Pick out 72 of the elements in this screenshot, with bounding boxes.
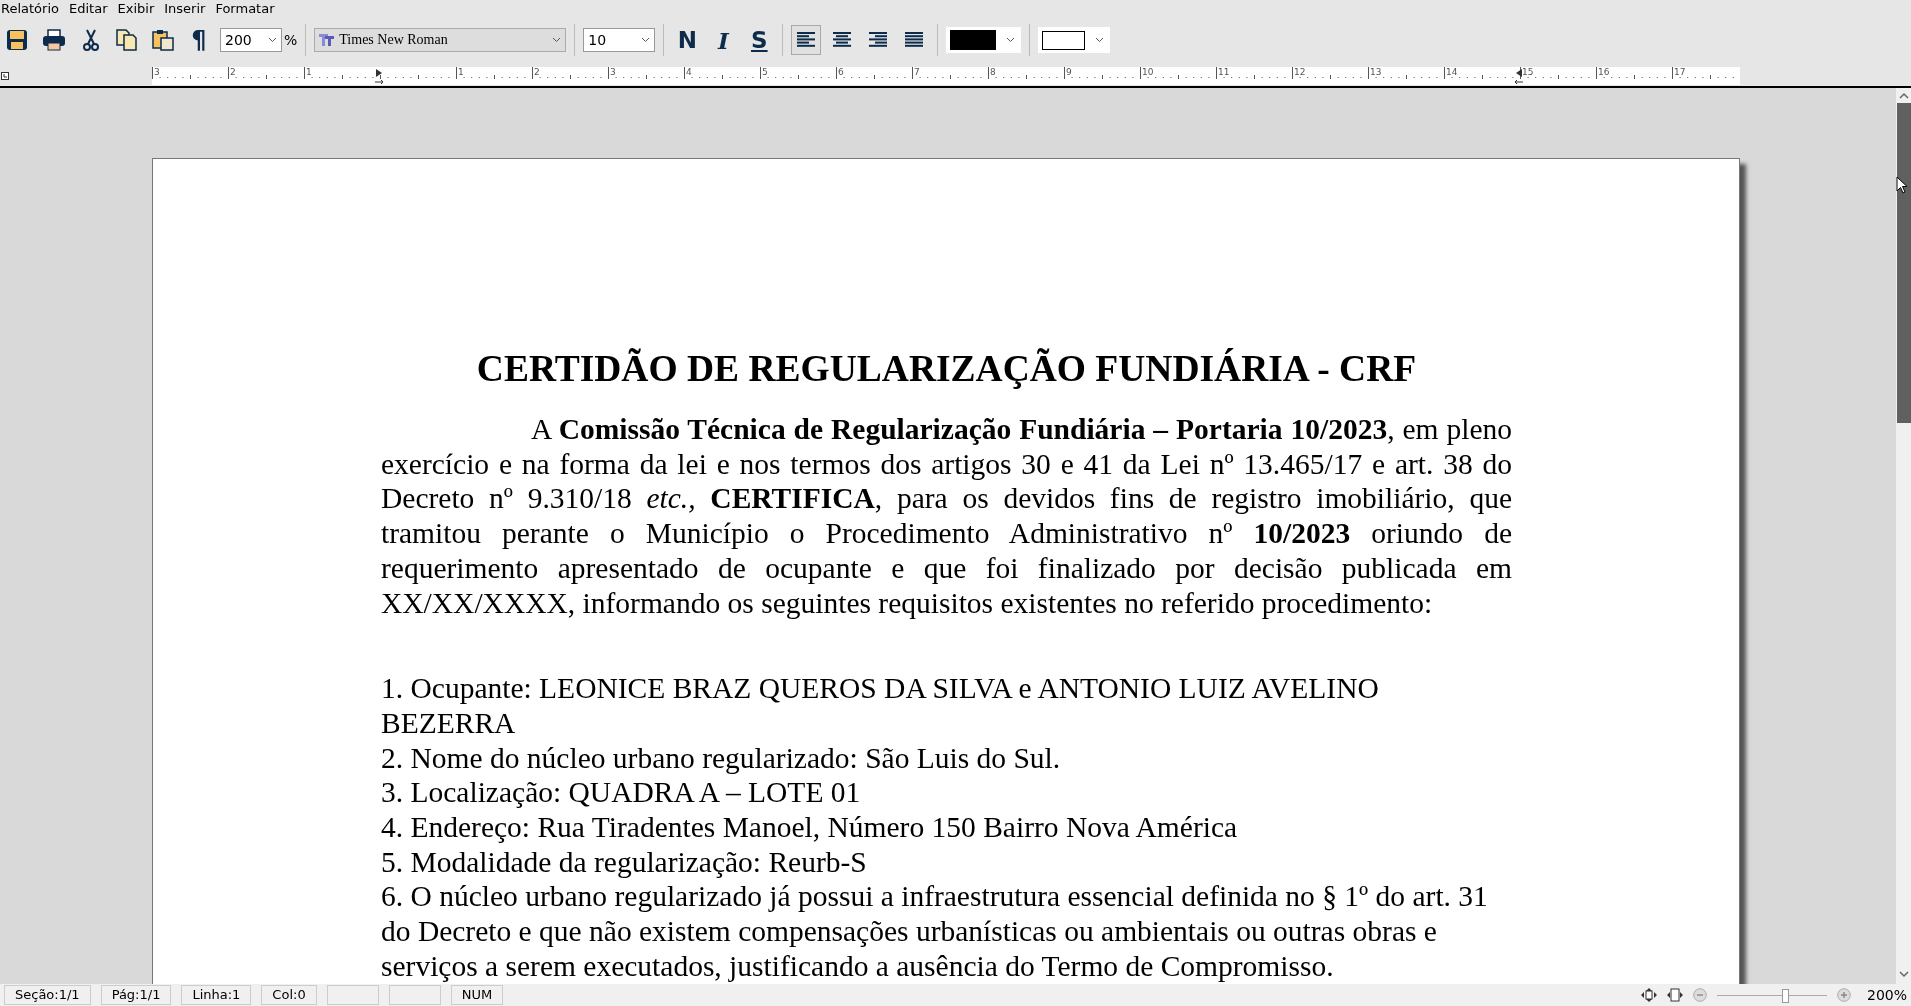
ruler-number: 3 (608, 67, 616, 78)
fit-width-icon[interactable] (1666, 988, 1683, 1002)
ruler[interactable]: 3 2 1 1 2 3 4 5 6 7 8 9 10 11 12 13 14 15 16 17 (152, 67, 1740, 85)
status-field: Pág:1/1 (100, 985, 172, 1005)
scroll-down-icon[interactable] (1898, 971, 1909, 978)
status-panel (388, 985, 441, 1005)
scroll-up-icon[interactable] (1898, 92, 1909, 99)
formatting-marks-button[interactable]: ¶ (184, 25, 214, 55)
chevron-icon (641, 37, 651, 43)
ruler-number: 1 (456, 67, 464, 78)
highlight-color-picker[interactable] (1038, 27, 1111, 53)
tab-stop-icon[interactable] (1, 72, 9, 80)
align-justify-icon (905, 32, 924, 48)
ruler-number: 4 (684, 67, 692, 78)
status-field: Linha:1 (181, 985, 252, 1005)
align-left-button[interactable] (791, 25, 822, 55)
status-field: Seção:1/1 (4, 985, 91, 1005)
chevron-icon (268, 37, 277, 43)
menu-item[interactable]: Relatório (1, 0, 59, 16)
document-title: CERTIDÃO DE REGULARIZAÇÃO FUNDIÁRIA - CRF (475, 347, 1418, 390)
list-item: 6. O núcleo urbano regularizado já possui a infraestrutura essencial definida no § 1º do art. 31 do Decreto e que não existem compensações urbanísticas ou ambientais ou outras obras e serviços a serem executados, justificando a ausência do Termo de Compromisso. (381, 879, 1489, 984)
ruler-number: 2 (228, 67, 236, 78)
align-left-icon (797, 32, 816, 48)
mouse-cursor-icon (1896, 176, 1908, 194)
chevron-icon (552, 37, 562, 43)
paragraph: A Comissão Técnica de Regularização Fundiária – Portaria 10/2023, em pleno exercício e na forma da lei e nos termos dos artigos 30 e 41 da Lei nº 13.465/17 e art. 38 do Decreto nº 9.310/18 etc., CERTIFICA, para os devidos fins de registro imobiliário, que tramitou perante o Município o Procedimento Administrativo nº 10/2023 oriundo de requerimento apresentado de ocupante e que foi finalizado por decisão publicada em XX/XX/XXXX, informando os seguintes requisitos existentes no referido procedimento: (381, 412, 1512, 621)
underline-button[interactable]: S (744, 25, 775, 55)
ruler-number: 5 (760, 67, 768, 78)
list-item: 1. Ocupante: LEONICE BRAZ QUEROS DA SILVA e ANTONIO LUIZ AVELINO BEZERRA (381, 671, 1380, 741)
ruler-number: 1 (304, 67, 312, 78)
list-item: 3. Localização: QUADRA A – LOTE 01 (381, 775, 862, 811)
status-panel (326, 985, 379, 1005)
zoom-dropdown[interactable]: 200 (220, 28, 282, 52)
scrollbar-thumb[interactable] (1896, 103, 1911, 423)
align-right-icon (869, 32, 888, 48)
ruler-number: 9 (1064, 67, 1072, 78)
ruler-number: 13 (1368, 67, 1382, 78)
indent-marker-icon[interactable] (375, 67, 385, 85)
zoom-percentage: 200% (1866, 987, 1907, 1003)
ruler-number: 14 (1444, 67, 1458, 78)
text-color-picker[interactable] (946, 27, 1022, 53)
ruler-number: 7 (912, 67, 920, 78)
ruler-number: 3 (152, 67, 160, 78)
ruler-number: 17 (1672, 67, 1686, 78)
zoom-slider[interactable] (1716, 987, 1827, 1003)
percent-label: % (284, 32, 298, 48)
menu-item[interactable]: Formatar (215, 0, 275, 16)
ruler-number: 16 (1596, 67, 1610, 78)
ruler-number: 12 (1292, 67, 1306, 78)
menu-item[interactable]: Exibir (117, 0, 155, 16)
ruler-number: 8 (988, 67, 996, 78)
ruler-number: 2 (532, 67, 540, 78)
list-item: 5. Modalidade da regularização: Reurb-S (381, 844, 868, 880)
italic-button[interactable]: I (708, 25, 739, 55)
chevron-icon (1006, 37, 1016, 43)
font-dropdown[interactable]: Times New Roman (314, 28, 567, 52)
ruler-number: 6 (836, 67, 844, 78)
num-lock-indicator: NUM (450, 985, 504, 1005)
list-item: 2. Nome do núcleo urbano regularizado: São Luis do Sul. (381, 740, 1062, 776)
chevron-icon (1095, 37, 1105, 43)
fit-page-icon[interactable] (1640, 988, 1657, 1002)
font-type-icon (319, 34, 336, 46)
ruler-number: 10 (1140, 67, 1154, 78)
menu-item[interactable]: Editar (69, 0, 108, 16)
menu-item[interactable]: Inserir (164, 0, 206, 16)
list-item: 4. Endereço: Rua Tiradentes Manoel, Número 150 Bairro Nova América (381, 810, 1239, 845)
bold-button[interactable]: N (672, 25, 703, 55)
align-center-icon (833, 32, 852, 48)
font-size-dropdown[interactable]: 10 (583, 28, 656, 52)
ruler-number: 11 (1216, 67, 1230, 78)
indent-marker-icon[interactable] (1513, 67, 1525, 85)
status-field: Col:0 (261, 985, 317, 1005)
